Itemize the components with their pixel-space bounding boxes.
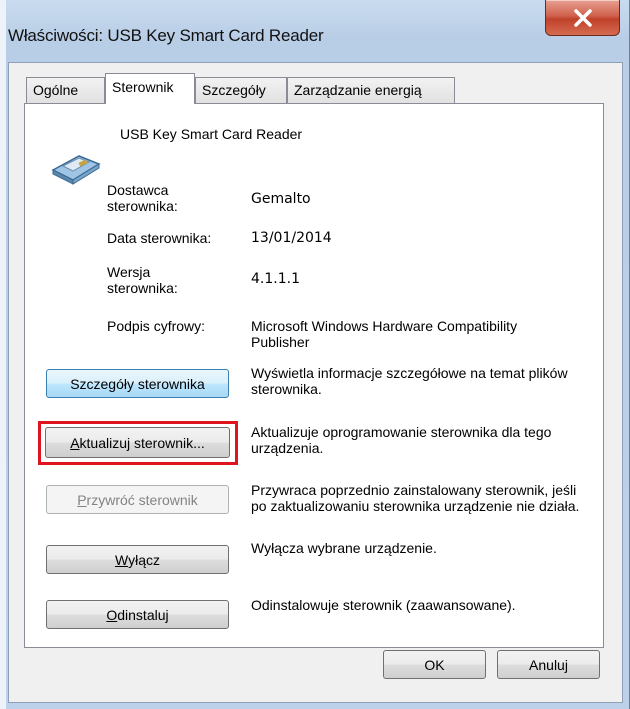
update-driver-label: Aktualizuj sterownik... <box>70 434 205 451</box>
ok-label: OK <box>424 656 445 673</box>
cancel-label: Anuluj <box>529 656 568 673</box>
close-icon <box>573 8 592 27</box>
update-driver-button[interactable]: Aktualizuj sterownik... <box>45 427 230 458</box>
cancel-button[interactable]: Anuluj <box>497 650 600 679</box>
driver-tab-panel: USB Key Smart Card Reader Dostawca stero… <box>24 103 604 648</box>
uninstall-description: Odinstalowuje sterownik (zaawansowane). <box>251 597 516 613</box>
driver-details-button[interactable]: Szczegóły sterownika <box>46 369 229 398</box>
roll-back-driver-label: Przywróć sterownik <box>77 491 198 508</box>
version-value: 4.1.1.1 <box>251 271 300 287</box>
properties-window: Właściwości: USB Key Smart Card Reader O… <box>0 0 630 709</box>
update-driver-description: Aktualizuje oprogramowanie sterownika dl… <box>251 424 552 456</box>
driver-details-label: Szczegóły sterownika <box>70 375 205 392</box>
signer-value: Microsoft Windows Hardware Compatibility… <box>251 318 518 350</box>
ok-button[interactable]: OK <box>383 650 486 679</box>
signer-label: Podpis cyfrowy: <box>107 318 206 334</box>
uninstall-button[interactable]: Odinstaluj <box>46 600 229 629</box>
version-label: Wersja sterownika: <box>107 264 178 296</box>
roll-back-driver-button[interactable]: Przywróć sterownik <box>46 485 229 514</box>
disable-label: Wyłącz <box>115 551 160 568</box>
close-button[interactable] <box>545 0 620 36</box>
tab-driver[interactable]: Sterownik <box>105 73 195 104</box>
window-title: Właściwości: USB Key Smart Card Reader <box>8 26 324 45</box>
uninstall-label: Odinstaluj <box>106 606 169 623</box>
device-name: USB Key Smart Card Reader <box>120 126 303 142</box>
disable-description: Wyłącza wybrane urządzenie. <box>251 540 437 556</box>
date-label: Data sterownika: <box>107 230 212 246</box>
roll-back-driver-description: Przywraca poprzednio zainstalowany stero… <box>251 482 580 514</box>
smart-card-reader-icon <box>51 155 101 185</box>
date-value: 13/01/2014 <box>251 230 332 246</box>
dialog-body: Ogólne Sterownik Szczegóły Zarządzanie e… <box>8 62 623 703</box>
disable-button[interactable]: Wyłącz <box>46 545 229 574</box>
window-left-edge <box>0 0 6 709</box>
title-bar[interactable]: Właściwości: USB Key Smart Card Reader <box>0 0 630 62</box>
provider-value: Gemalto <box>251 191 311 207</box>
provider-label: Dostawca sterownika: <box>107 182 178 214</box>
tab-power-management[interactable]: Zarządzanie energią <box>287 77 455 103</box>
driver-details-description: Wyświetla informacje szczegółowe na tema… <box>251 365 568 397</box>
tab-general[interactable]: Ogólne <box>26 77 105 103</box>
tab-details[interactable]: Szczegóły <box>195 77 287 103</box>
